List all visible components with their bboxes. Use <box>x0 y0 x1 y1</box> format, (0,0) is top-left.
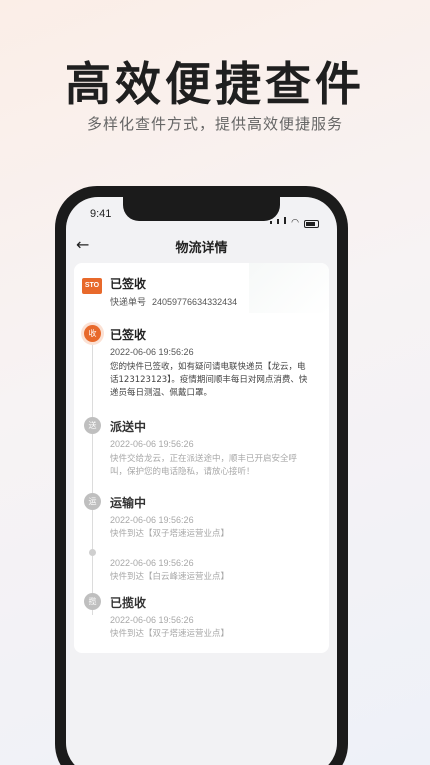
timeline-dot-icon <box>89 549 96 556</box>
battery-icon <box>304 220 319 228</box>
event-time: 2022-06-06 19:56:26 <box>110 558 194 568</box>
delivery-truck-icon: 送 <box>84 417 101 434</box>
promo-subheadline: 多样化查件方式，提供高效便捷服务 <box>86 115 343 133</box>
phone-notch <box>123 197 280 221</box>
event-description: 快件到达【双子塔速运营业点】 <box>110 629 230 639</box>
page-title: 物流详情 <box>175 241 228 256</box>
shipment-status: 已签收 <box>110 277 147 291</box>
event-time: 2022-06-06 19:56:26 <box>110 347 194 357</box>
phone-screen: 9:41 ◠ ← 物流详情 STO 已签收 快递单号 24059776634332… <box>66 197 337 765</box>
event-description: 快件到达【白云峰速运营业点】 <box>110 572 230 582</box>
event-description: 您的快件已签收，如有疑问请电联快递员【龙云，电话123123123】。疫情期间顺… <box>110 362 308 398</box>
timeline-line <box>92 333 93 615</box>
nav-bar: ← 物流详情 <box>66 233 337 259</box>
courier-logo: STO <box>82 278 102 294</box>
event-title: 派送中 <box>110 420 147 434</box>
phone-frame: 9:41 ◠ ← 物流详情 STO 已签收 快递单号 24059776634332… <box>55 186 348 765</box>
logistics-card: STO 已签收 快递单号 24059776634332434 收 已签收 2022… <box>74 263 329 653</box>
event-title: 已签收 <box>110 328 147 342</box>
tracking-label: 快递单号 <box>110 298 147 308</box>
pickup-icon: 揽 <box>84 593 101 610</box>
event-time: 2022-06-06 19:56:26 <box>110 515 194 525</box>
map-background <box>249 263 329 313</box>
event-description: 快件到达【双子塔速运营业点】 <box>110 529 230 539</box>
signed-icon: 收 <box>84 325 101 342</box>
event-time: 2022-06-06 19:56:26 <box>110 439 194 449</box>
event-title: 已揽收 <box>110 596 147 610</box>
transport-truck-icon: 运 <box>84 493 101 510</box>
event-title: 运输中 <box>110 496 147 510</box>
tracking-number[interactable]: 24059776634332434 <box>152 297 237 307</box>
tracking-info: 快递单号 24059776634332434 <box>110 295 237 308</box>
event-description: 快件交给龙云，正在派送途中，顺丰已开启安全呼叫，保护您的电话隐私，请放心接听！ <box>110 454 298 477</box>
event-time: 2022-06-06 19:56:26 <box>110 615 194 625</box>
promo-headline: 高效便捷查件 <box>65 57 365 111</box>
status-time: 9:41 <box>90 208 112 220</box>
wifi-icon: ◠ <box>291 218 299 228</box>
